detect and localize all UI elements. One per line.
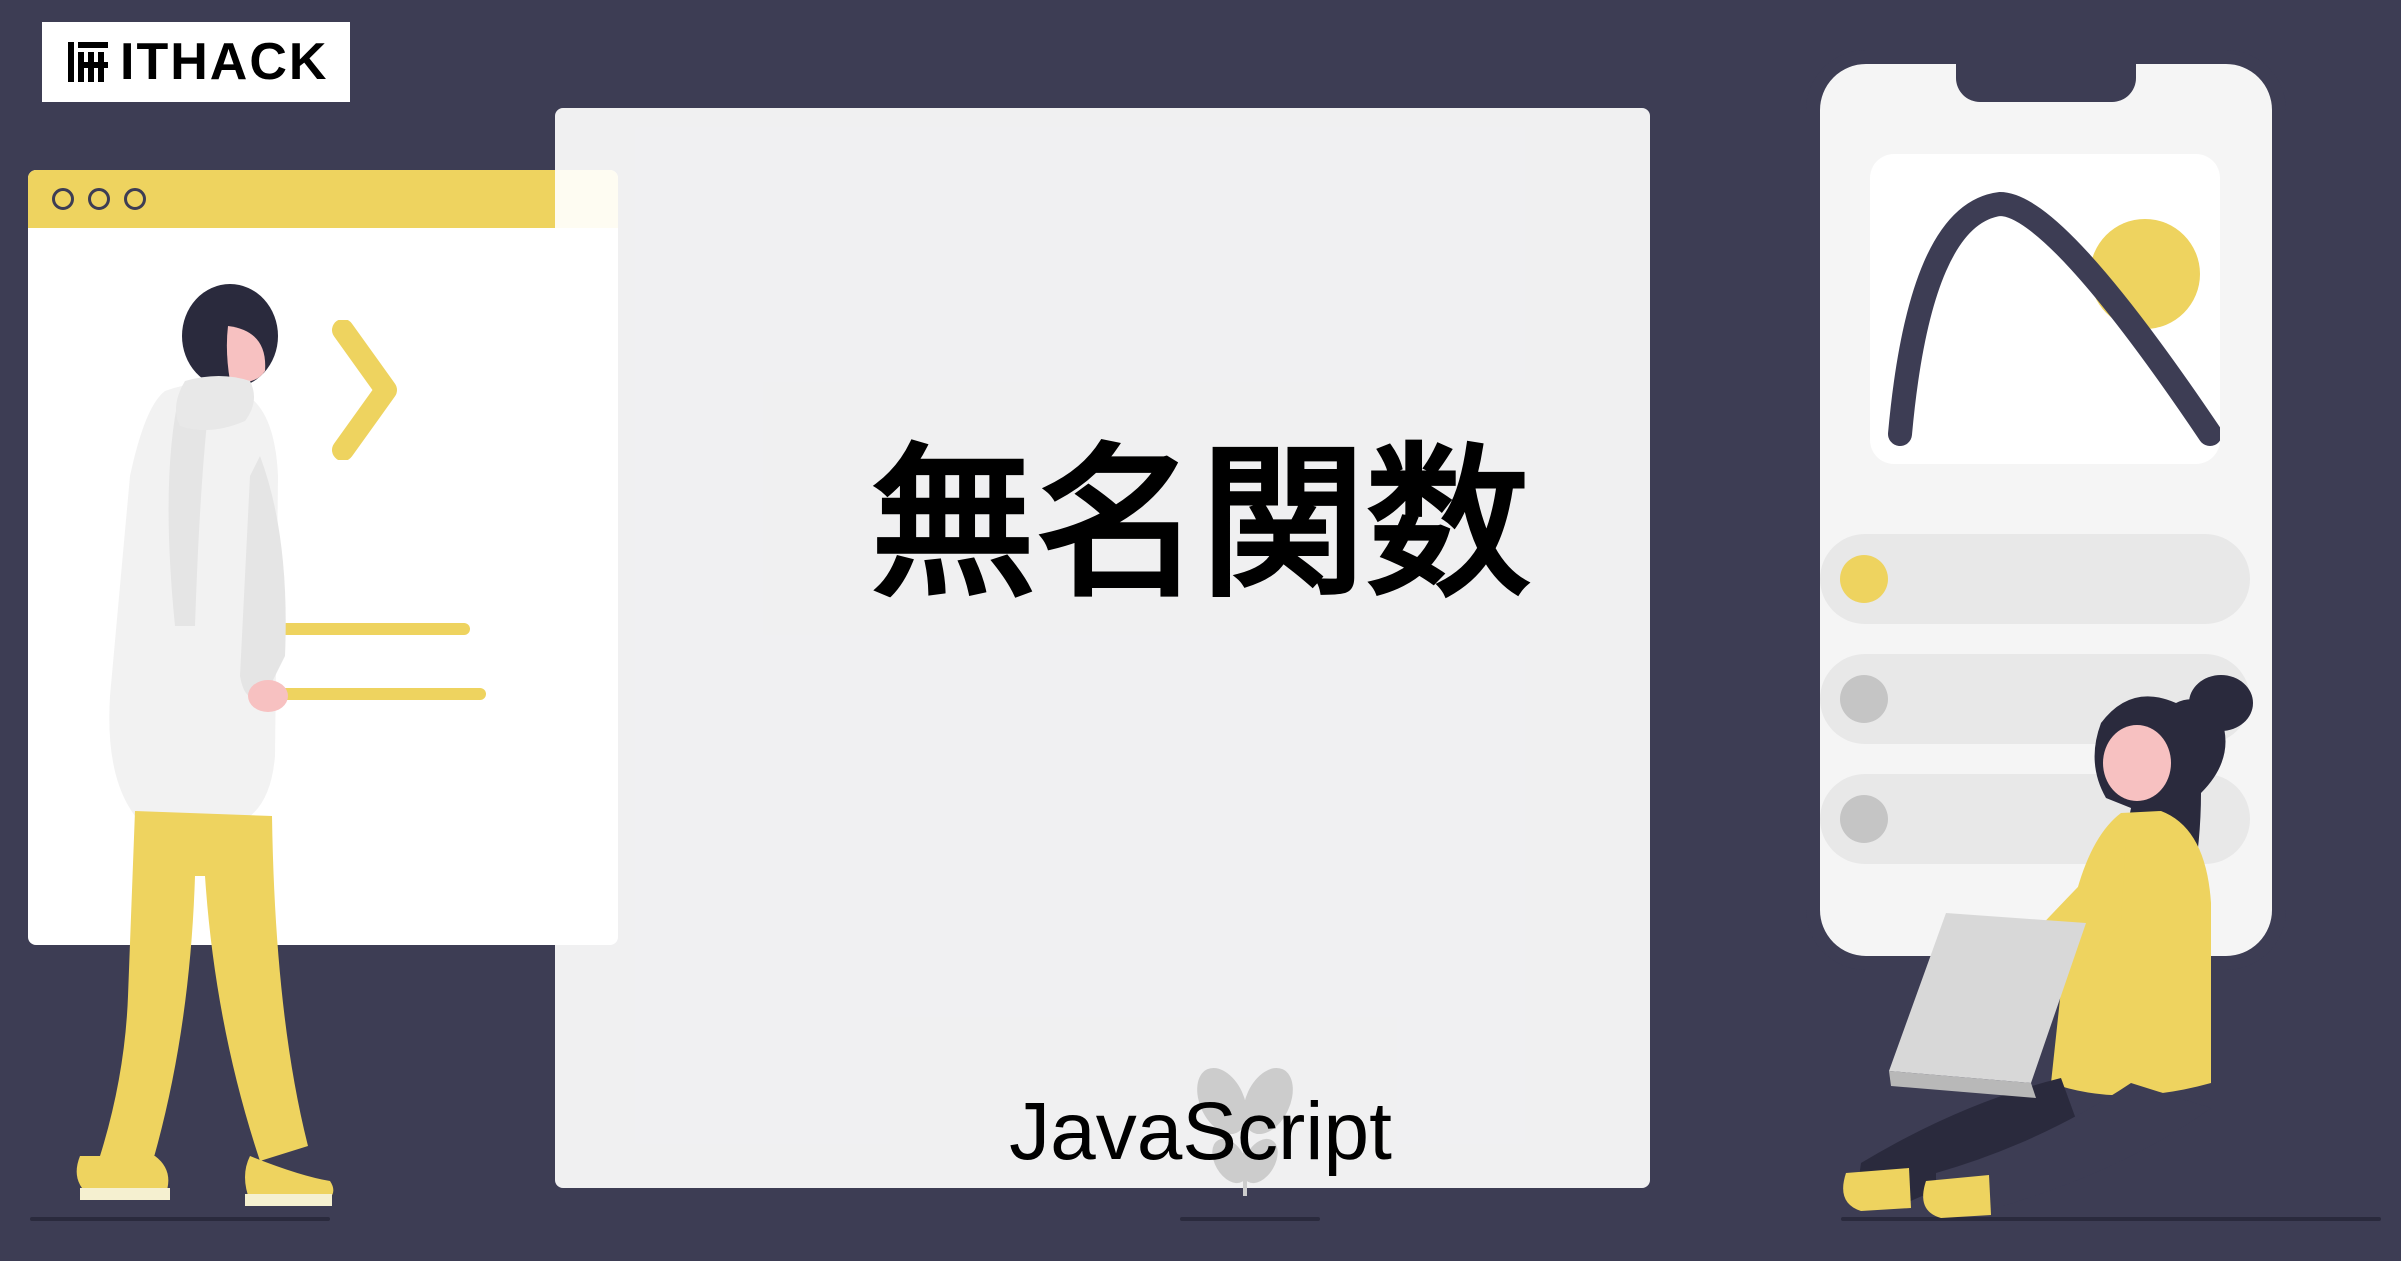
shadow (1180, 1217, 1320, 1221)
phone-image-card (1870, 154, 2220, 464)
page-subtitle: JavaScript (1009, 1085, 1392, 1179)
person-male-illustration (50, 276, 340, 1216)
page-title: 無名関数 (871, 390, 1531, 629)
document-panel-illustration (555, 108, 1650, 1188)
person-female-illustration (1841, 663, 2381, 1223)
browser-titlebar (28, 170, 618, 228)
logo-text: ITHACK (120, 32, 328, 92)
list-avatar-icon (1840, 555, 1888, 603)
landscape-icon (1870, 154, 2220, 464)
window-control-dot (88, 188, 110, 210)
logo-icon (64, 38, 112, 86)
window-control-dot (124, 188, 146, 210)
logo-badge: ITHACK (42, 22, 350, 102)
phone-list-item (1820, 534, 2250, 624)
phone-notch (1956, 64, 2136, 102)
window-control-dot (52, 188, 74, 210)
shadow (30, 1217, 330, 1221)
